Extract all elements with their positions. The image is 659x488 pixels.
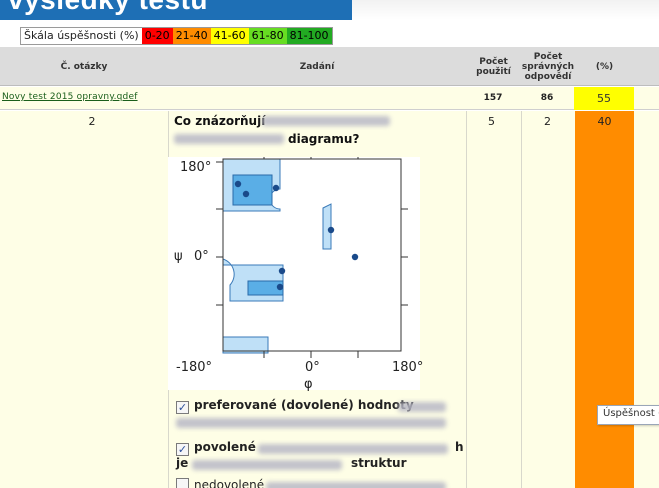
redacted-text <box>266 482 446 488</box>
data-point <box>327 226 335 234</box>
option-2-label: povolené <box>194 440 256 454</box>
redacted-text <box>176 418 446 428</box>
data-point <box>242 190 250 198</box>
test-percent-value: 55 <box>597 92 611 105</box>
scale-range-61-80: 61-80 <box>248 28 287 44</box>
answer-option-3[interactable]: nedovolené <box>176 478 264 488</box>
question-text-end: diagramu? <box>288 132 360 146</box>
header-question-number[interactable]: Č. otázky <box>0 47 168 86</box>
success-tooltip: Úspěšnost ( <box>597 405 659 425</box>
data-point <box>272 184 280 192</box>
redacted-text <box>398 402 446 412</box>
diagram-svg <box>216 157 408 358</box>
question-number: 2 <box>88 115 96 128</box>
answer-option-2[interactable]: ✓ povolené <box>176 440 256 456</box>
header-percent[interactable]: (%) <box>575 47 634 86</box>
redacted-text <box>192 460 342 470</box>
scale-label: Škála úspěšnosti (%) <box>24 29 139 42</box>
test-file-link[interactable]: Novy test 2015 opravny.qdef <box>2 92 138 102</box>
test-uses: 157 <box>483 93 503 103</box>
test-summary-row: Novy test 2015 opravny.qdef 157 86 55 <box>0 87 659 110</box>
results-table-header: Č. otázky Zadání Počet použití Počet spr… <box>0 47 659 86</box>
answer-option-1[interactable]: ✓ preferované (dovolené) hodnoty <box>176 398 414 414</box>
redacted-text <box>258 444 448 454</box>
question-correct: 2 <box>544 115 551 128</box>
question-percent-value: 40 <box>597 115 612 128</box>
x-tick-label-180: 180° <box>392 360 424 375</box>
scale-range-41-60: 41-60 <box>210 28 249 44</box>
data-point <box>351 253 359 261</box>
option-2-line2-end: struktur <box>351 456 407 470</box>
column-divider <box>466 111 467 488</box>
scale-range-21-40: 21-40 <box>172 28 211 44</box>
y-axis-label: ψ <box>174 249 183 264</box>
redacted-text <box>262 116 390 126</box>
checkbox-unchecked-icon[interactable] <box>176 478 189 488</box>
header-uses[interactable]: Počet použití <box>466 47 521 86</box>
scale-range-81-100: 81-100 <box>286 28 332 44</box>
question-percent-cell: 40 <box>575 111 634 488</box>
success-scale-legend: Škála úspěšnosti (%) 0-20 21-40 41-60 61… <box>20 27 333 45</box>
option-2-line2-start: je <box>176 456 189 470</box>
y-tick-label-0: 0° <box>194 249 209 264</box>
data-point <box>234 180 242 188</box>
data-point <box>278 267 286 275</box>
x-axis-label: φ <box>304 377 313 392</box>
region-left-helix-allowed <box>322 203 332 250</box>
column-divider <box>521 111 522 488</box>
region-beta-preferred <box>232 174 273 206</box>
question-diagram: 180° ψ 0° -180° 0° 180° φ <box>168 157 424 392</box>
test-correct: 86 <box>540 93 554 103</box>
checkbox-checked-icon[interactable]: ✓ <box>176 401 189 414</box>
scale-range-0-20: 0-20 <box>141 28 173 44</box>
x-tick-label-0: 0° <box>305 360 320 375</box>
question-text-start: Co znázorňují <box>174 114 266 128</box>
test-percent-badge: 55 <box>574 87 634 110</box>
page-banner: výsledky testu <box>0 0 352 20</box>
checkbox-checked-icon[interactable]: ✓ <box>176 443 189 456</box>
banner-title: výsledky testu <box>8 0 208 16</box>
option-2-label-tail: h <box>455 440 464 454</box>
question-uses: 5 <box>488 115 495 128</box>
data-point <box>276 283 284 291</box>
option-3-label: nedovolené <box>194 478 265 488</box>
header-correct[interactable]: Počet správných odpovědí <box>521 47 575 86</box>
option-1-label: preferované (dovolené) hodnoty <box>194 398 414 412</box>
y-tick-label-180: 180° <box>180 160 212 175</box>
header-assignment[interactable]: Zadání <box>168 47 466 86</box>
banner-background <box>352 0 659 20</box>
redacted-text <box>174 134 284 144</box>
y-tick-label-minus-180: -180° <box>176 360 213 375</box>
